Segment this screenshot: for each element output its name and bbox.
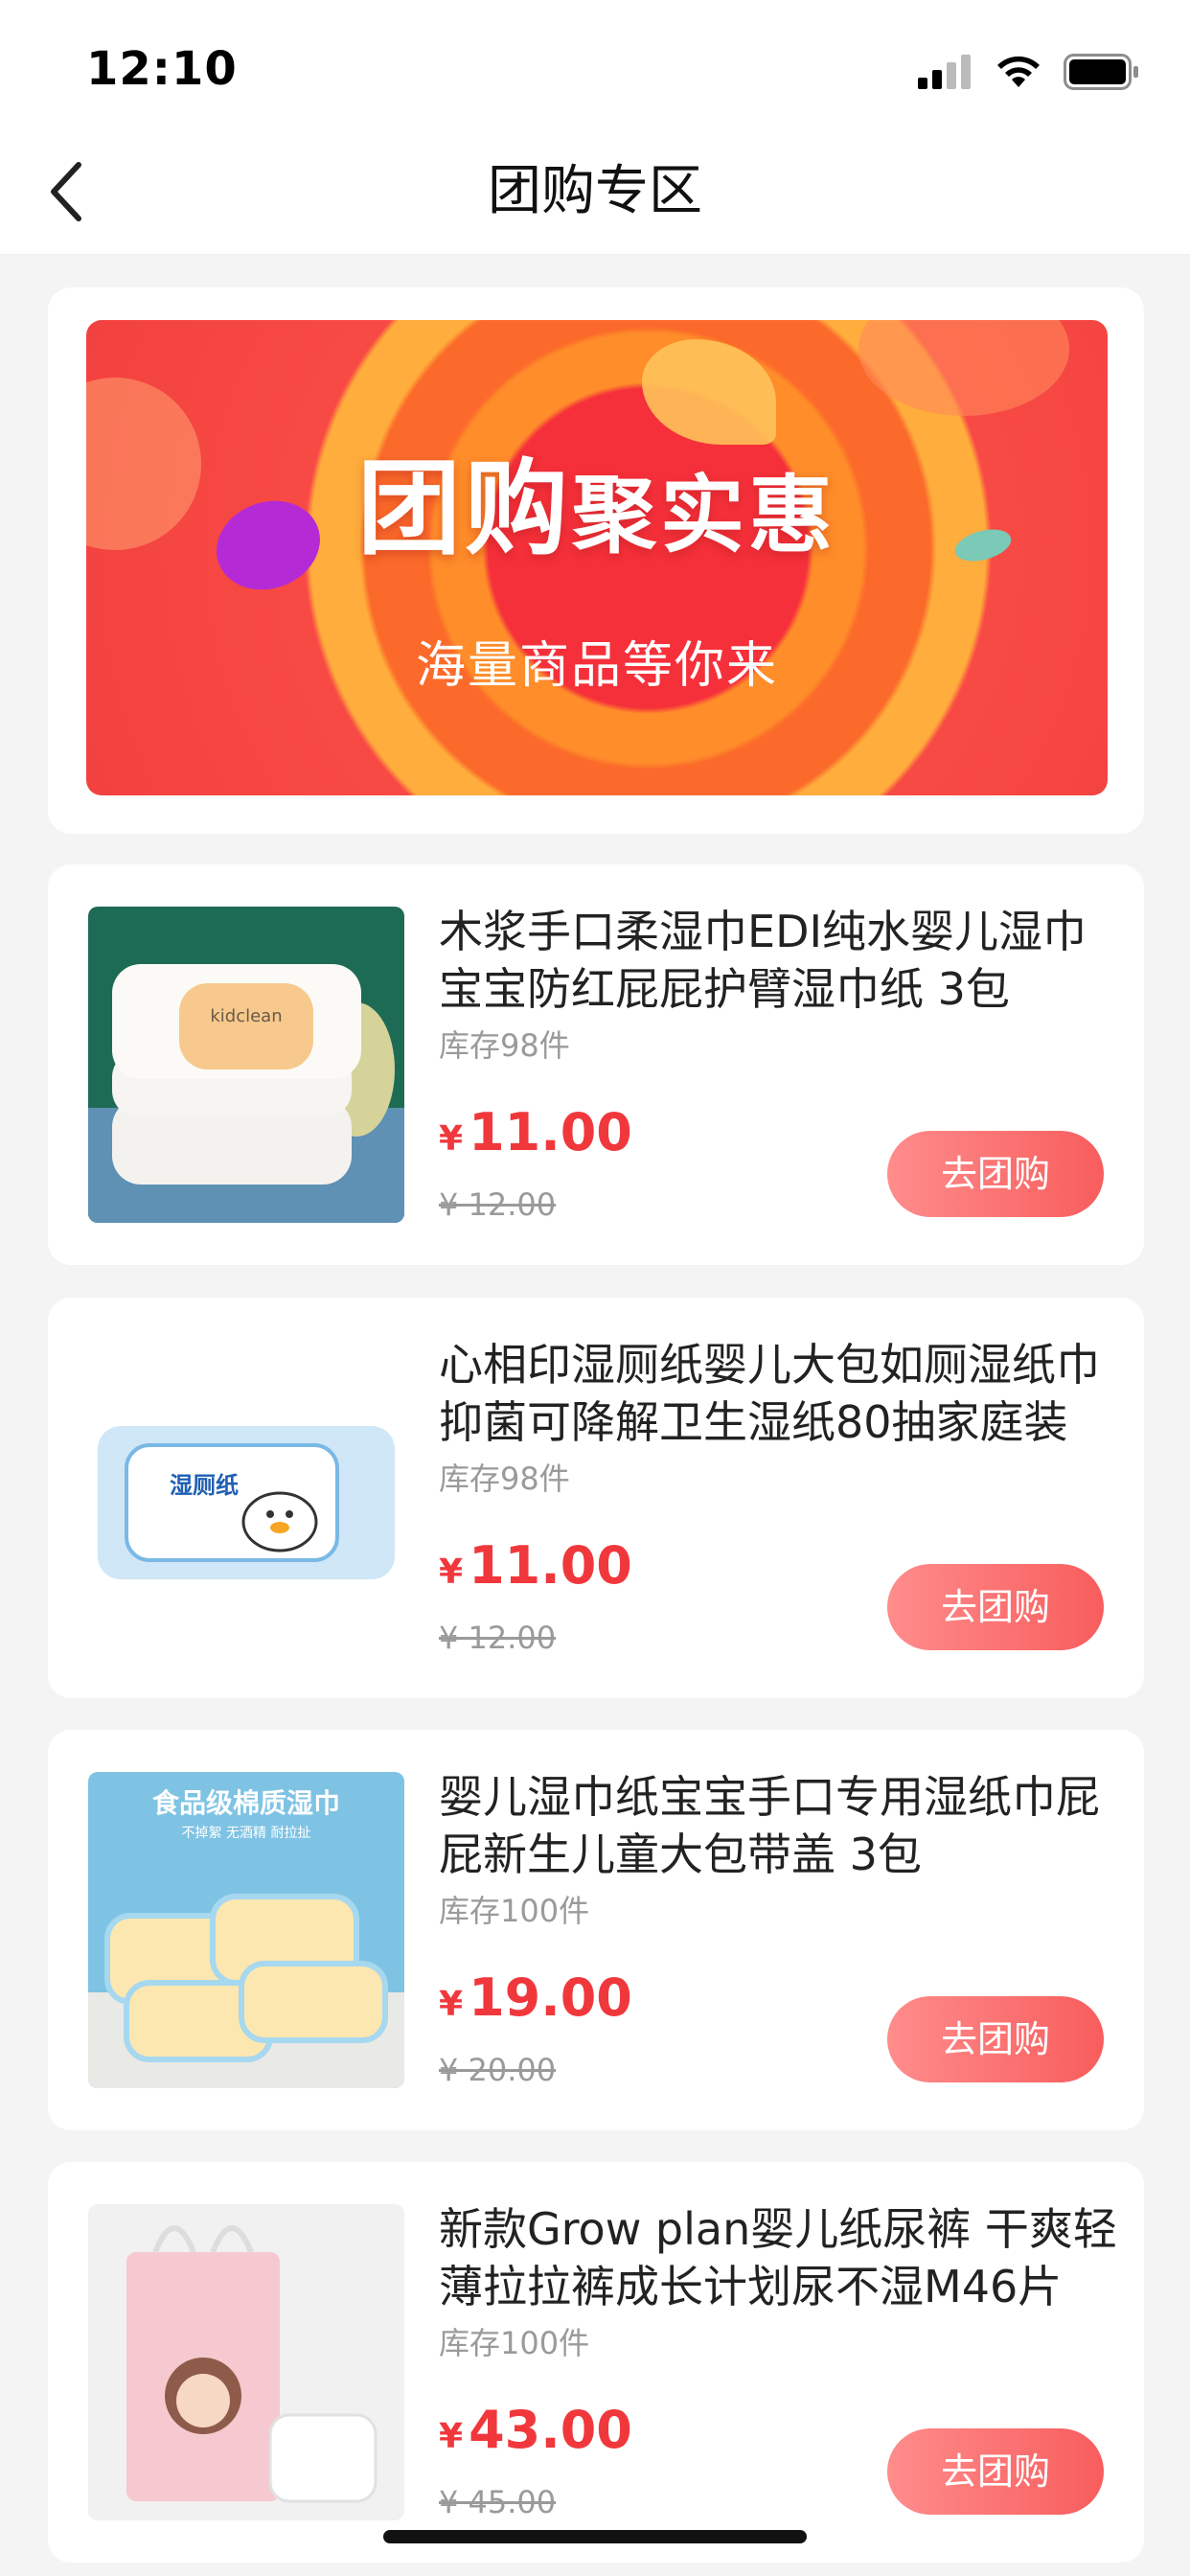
currency-symbol: ¥ (439, 1985, 464, 2024)
product-original-price: ¥ 12.00 (439, 1186, 557, 1223)
product-original-price: ¥ 20.00 (439, 2052, 557, 2088)
product-card[interactable]: 湿厕纸 心相印湿厕纸婴儿大包如厕湿纸巾抑菌可降解卫生湿纸80抽家庭装 库存98件… (48, 1298, 1144, 1698)
group-buy-button[interactable]: 去团购 (887, 1564, 1104, 1650)
product-image[interactable]: 食品级棉质湿巾 不掉絮 无酒精 耐拉扯 (88, 1772, 404, 2088)
status-bar: 12:10 (0, 0, 1190, 144)
product-stock: 库存98件 (439, 1460, 570, 1497)
product-image[interactable] (88, 2204, 404, 2520)
product-price: ¥11.00 (439, 1535, 632, 1596)
banner-decoration (858, 320, 1069, 416)
product-card[interactable]: kidclean 木浆手口柔湿巾EDI纯水婴儿湿巾宝宝防红屁屁护臂湿巾纸 3包 … (48, 864, 1144, 1265)
home-indicator[interactable] (383, 2530, 807, 2543)
wipes-pack-image: kidclean (88, 907, 404, 1223)
currency-symbol: ¥ (439, 2417, 464, 2456)
product-title[interactable]: 心相印湿厕纸婴儿大包如厕湿纸巾抑菌可降解卫生湿纸80抽家庭装 (439, 1336, 1119, 1451)
price-value: 11.00 (469, 1535, 632, 1596)
product-title[interactable]: 新款Grow plan婴儿纸尿裤 干爽轻薄拉拉裤成长计划尿不湿M46片 (439, 2200, 1119, 2315)
product-image[interactable]: kidclean (88, 907, 404, 1223)
product-image-tagline: 不掉絮 无酒精 耐拉扯 (182, 1825, 311, 1841)
product-card[interactable]: 新款Grow plan婴儿纸尿裤 干爽轻薄拉拉裤成长计划尿不湿M46片 库存10… (48, 2162, 1144, 2563)
product-stock: 库存98件 (439, 1027, 570, 1064)
price-value: 19.00 (469, 1967, 632, 2028)
product-image[interactable]: 湿厕纸 (88, 1340, 404, 1656)
product-title[interactable]: 木浆手口柔湿巾EDI纯水婴儿湿巾宝宝防红屁屁护臂湿巾纸 3包 (439, 903, 1119, 1018)
promo-banner[interactable]: 团购聚实惠 海量商品等你来 (86, 320, 1108, 795)
currency-symbol: ¥ (439, 1119, 464, 1159)
group-buy-button[interactable]: 去团购 (887, 2428, 1104, 2515)
diaper-pack-image (88, 2204, 404, 2520)
product-image-brand: 湿厕纸 (170, 1472, 239, 1499)
wifi-icon (997, 56, 1040, 87)
product-stock: 库存100件 (439, 2325, 590, 2361)
banner-card: 团购聚实惠 海量商品等你来 (48, 288, 1144, 834)
product-price: ¥11.00 (439, 1102, 632, 1162)
status-time: 12:10 (86, 42, 238, 96)
toilet-wipes-image: 湿厕纸 (88, 1340, 404, 1656)
signal-icon (918, 55, 971, 89)
product-image-brand: kidclean (210, 1006, 282, 1026)
nav-bar: 团购专区 (0, 125, 1190, 255)
product-card[interactable]: 食品级棉质湿巾 不掉絮 无酒精 耐拉扯 婴儿湿巾纸宝宝手口专用湿纸巾屁屁新生儿童… (48, 1730, 1144, 2130)
product-title[interactable]: 婴儿湿巾纸宝宝手口专用湿纸巾屁屁新生儿童大包带盖 3包 (439, 1768, 1119, 1883)
baby-wipes-image: 食品级棉质湿巾 不掉絮 无酒精 耐拉扯 (88, 1772, 404, 2088)
group-buy-button[interactable]: 去团购 (887, 1131, 1104, 1217)
status-icons (918, 54, 1140, 90)
banner-title-secondary: 聚实惠 (572, 466, 837, 564)
price-value: 11.00 (469, 1102, 632, 1162)
product-original-price: ¥ 45.00 (439, 2484, 557, 2520)
page-title: 团购专区 (488, 160, 702, 222)
group-buy-button[interactable]: 去团购 (887, 1996, 1104, 2082)
product-price: ¥43.00 (439, 2400, 632, 2460)
currency-symbol: ¥ (439, 1552, 464, 1592)
product-stock: 库存100件 (439, 1893, 590, 1929)
banner-subtitle: 海量商品等你来 (415, 637, 778, 695)
price-value: 43.00 (469, 2400, 632, 2460)
battery-icon (1064, 54, 1138, 90)
product-original-price: ¥ 12.00 (439, 1620, 557, 1656)
banner-title-main: 团购 (356, 449, 572, 569)
banner-title: 团购聚实惠 (86, 426, 1108, 575)
product-image-headline: 食品级棉质湿巾 (152, 1787, 340, 1819)
product-price: ¥19.00 (439, 1967, 632, 2028)
